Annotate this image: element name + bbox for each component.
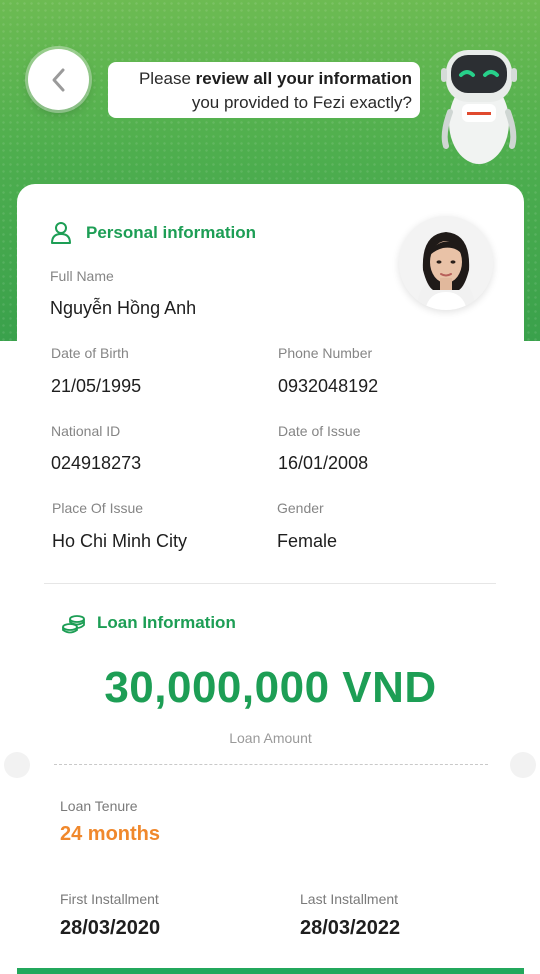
national-id-value: 024918273 — [51, 453, 142, 473]
dashed-separator — [54, 764, 488, 765]
full-name-value: Nguyễn Hồng Anh — [50, 298, 197, 318]
place-of-issue-value: Ho Chi Minh City — [52, 531, 188, 551]
national-id-label: National ID — [51, 423, 121, 439]
phone-value: 0932048192 — [278, 376, 379, 396]
last-installment-value: 28/03/2022 — [300, 917, 401, 939]
coins-icon — [62, 615, 85, 634]
full-name-label: Full Name — [50, 268, 114, 284]
loan-tenure-label: Loan Tenure — [60, 798, 138, 814]
personal-info-title: Personal information — [86, 223, 257, 242]
loan-info-title: Loan Information — [97, 613, 236, 632]
loan-tenure-value: 24 months — [60, 823, 161, 845]
first-installment-label: First Installment — [60, 891, 159, 907]
user-icon — [51, 222, 71, 244]
bottom-accent-bar — [17, 968, 524, 974]
dob-label: Date of Birth — [51, 345, 129, 361]
section-divider — [44, 583, 496, 584]
dob-value: 21/05/1995 — [51, 376, 142, 396]
ticket-notch-right — [510, 752, 536, 778]
prompt-line-1: Please review all your information — [138, 69, 412, 88]
chevron-left-icon — [52, 68, 64, 91]
gender-value: Female — [277, 531, 338, 551]
back-button[interactable] — [28, 49, 89, 110]
phone-label: Phone Number — [278, 345, 373, 361]
loan-amount-value: 30,000,000 VND — [104, 663, 437, 712]
first-installment-value: 28/03/2020 — [60, 917, 161, 939]
issue-date-value: 16/01/2008 — [278, 453, 369, 473]
last-installment-label: Last Installment — [300, 891, 399, 907]
prompt-line-2: you provided to Fezi exactly? — [191, 93, 412, 112]
robot-mascot-icon — [441, 50, 517, 164]
avatar — [399, 216, 493, 310]
place-of-issue-label: Place Of Issue — [52, 500, 144, 516]
prompt-bubble: Please review all your information you p… — [108, 62, 420, 118]
issue-date-label: Date of Issue — [278, 423, 361, 439]
loan-amount-label: Loan Amount — [229, 730, 312, 746]
ticket-notch-left — [4, 752, 30, 778]
profile-photo — [399, 216, 493, 310]
gender-label: Gender — [277, 500, 324, 516]
